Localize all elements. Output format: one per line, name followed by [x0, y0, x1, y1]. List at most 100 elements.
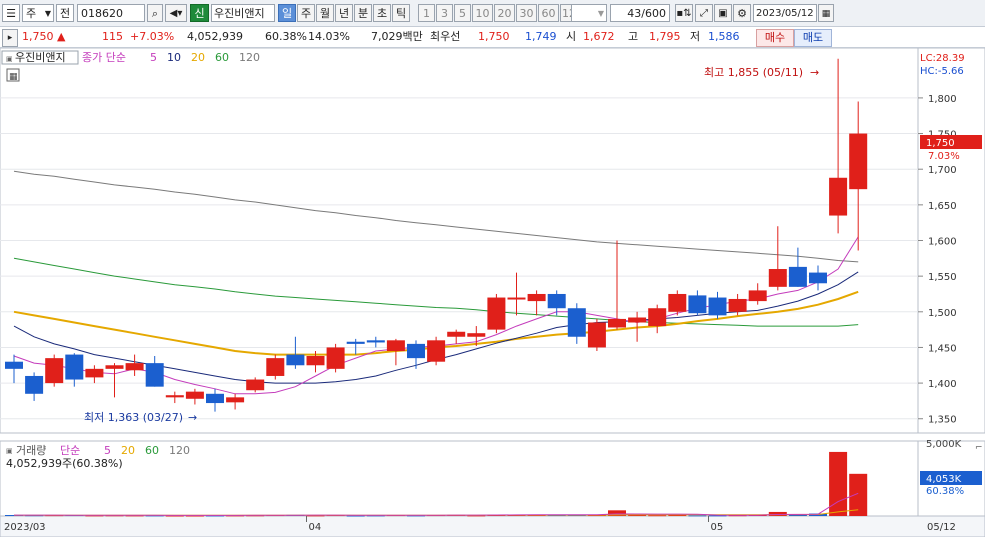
price-value: 1,750 — [22, 30, 54, 43]
candle-body — [628, 317, 647, 323]
candle-body — [366, 340, 385, 343]
volume-label: 거래량 — [16, 444, 46, 457]
hc-label: HC:-5.66 — [920, 66, 964, 77]
amount: 7,029백만 — [371, 30, 423, 43]
low-arrow-icon: → — [188, 411, 197, 424]
quote-bar: ▸ 1,750 ▲ 115 +7.03% 4,052,939 60.38% 14… — [0, 27, 985, 48]
interval-tabs: 13510203060120 — [418, 4, 585, 22]
code-input[interactable]: 018620 — [77, 4, 145, 22]
date-field[interactable]: 2023/05/12 — [753, 4, 817, 22]
save-icon[interactable]: ▣ — [714, 4, 732, 22]
y-tick-label: 1,500 — [928, 308, 957, 319]
interval-tab-5[interactable]: 5 — [454, 4, 471, 22]
period-tab-3[interactable]: 년 — [335, 4, 353, 22]
high-label: 고 — [628, 30, 639, 43]
up-triangle-icon: ▲ — [57, 30, 66, 43]
square-icon: ▣ — [6, 55, 13, 63]
crosshair-icon[interactable]: ⤢ — [695, 4, 713, 22]
speaker-icon[interactable]: ◀▾ — [165, 4, 187, 22]
candle-body — [467, 333, 486, 337]
count-field[interactable]: 43/600 — [610, 4, 670, 22]
period-tab-1[interactable]: 주 — [297, 4, 315, 22]
chart-area[interactable]: 1,350 1,400 1,450 1,500 1,550 1,600 1,650 1,700… — [0, 47, 985, 538]
current-volume-pct: 60.38% — [926, 486, 964, 497]
candle-body — [608, 318, 626, 328]
count-max: /600 — [641, 7, 666, 20]
legend-ma-label: 종가 단순 — [82, 51, 126, 64]
sell-button[interactable]: 매도 — [794, 29, 832, 47]
period-tab-4[interactable]: 분 — [354, 4, 372, 22]
x-tick-label: 04 — [309, 522, 322, 533]
candle-body — [447, 331, 466, 337]
x-tick-label: 05 — [711, 522, 724, 533]
interval-tab-3[interactable]: 3 — [436, 4, 453, 22]
interval-tab-20[interactable]: 20 — [494, 4, 515, 22]
candle-body — [668, 293, 687, 312]
candle-body — [286, 354, 305, 366]
type-toggle[interactable]: 전 — [56, 4, 74, 22]
high-value: 1,795 — [649, 30, 681, 43]
period-tab-2[interactable]: 월 — [316, 4, 334, 22]
candle-body — [748, 290, 767, 302]
current-price: 1,750 ▲ — [22, 29, 65, 45]
market-select[interactable]: 주 ▼ — [22, 4, 54, 22]
best-label: 최우선 — [430, 30, 461, 43]
candle-body — [507, 297, 526, 300]
candle-body — [145, 363, 164, 387]
gear-icon[interactable]: ⚙ — [733, 4, 751, 22]
candle-body — [266, 358, 285, 376]
candle-body — [206, 393, 224, 404]
change-pct: +7.03% — [130, 30, 175, 43]
candle-body — [809, 272, 827, 284]
calendar-icon[interactable]: ▦ — [818, 4, 834, 22]
interval-select[interactable]: ▼ — [571, 4, 607, 22]
credit-badge: 신 — [190, 4, 209, 22]
chevron-down-icon: ▼ — [44, 9, 51, 18]
low-label: 저 — [690, 30, 701, 43]
zoom-icon[interactable]: ▪⇅ — [675, 4, 693, 22]
high-arrow-icon: → — [810, 66, 819, 79]
bid-price: 1,749 — [525, 30, 557, 43]
arrow-icon[interactable]: ▸ — [2, 29, 18, 47]
candle-body — [65, 354, 84, 380]
candle-body — [427, 340, 446, 362]
change-value: 115 — [102, 30, 123, 43]
volume-panel — [0, 440, 919, 517]
expand-icon[interactable]: ⌐ — [975, 443, 983, 453]
period-tab-6[interactable]: 틱 — [392, 4, 410, 22]
y-tick-label: 1,450 — [928, 343, 957, 354]
candle-body — [125, 363, 144, 371]
interval-tab-1[interactable]: 1 — [418, 4, 435, 22]
candle-body — [226, 397, 245, 403]
y-tick-label: 1,400 — [928, 379, 957, 390]
volume-bar — [648, 515, 667, 517]
period-tab-0[interactable]: 일 — [278, 4, 296, 22]
menu-icon[interactable]: ☰ — [2, 4, 20, 22]
volume-bar — [849, 473, 868, 516]
x-tick-label: 2023/03 — [4, 522, 46, 533]
buy-button[interactable]: 매수 — [756, 29, 794, 47]
interval-tab-10[interactable]: 10 — [472, 4, 493, 22]
current-price-text: 1,750 — [926, 138, 955, 149]
candle-body — [25, 375, 44, 394]
legend-ma-20: 20 — [191, 51, 205, 64]
candle-body — [587, 322, 606, 348]
search-icon[interactable]: ⌕ — [147, 4, 163, 22]
interval-tab-30[interactable]: 30 — [516, 4, 537, 22]
square-icon: ▣ — [6, 447, 13, 455]
candle-body — [527, 293, 546, 302]
volume-tick-label: 5,000K — [926, 439, 962, 450]
period-tab-5[interactable]: 초 — [373, 4, 391, 22]
x-tick-label: 05/12 — [927, 522, 956, 533]
candle-body — [829, 177, 848, 216]
volume-ma-label: 단순 — [60, 444, 80, 457]
volume-value: 4,052,939 — [187, 30, 243, 43]
low-annotation: 최저 1,363 (03/27) — [84, 411, 183, 424]
candle-body — [386, 340, 405, 352]
candle-body — [547, 293, 566, 309]
open-value: 1,672 — [583, 30, 615, 43]
candlestick-chart[interactable]: 1,350 1,400 1,450 1,500 1,550 1,600 1,650 1,700… — [0, 47, 985, 538]
legend-ma-60: 60 — [215, 51, 229, 64]
interval-tab-60[interactable]: 60 — [538, 4, 559, 22]
market-value: 주 — [26, 7, 37, 20]
